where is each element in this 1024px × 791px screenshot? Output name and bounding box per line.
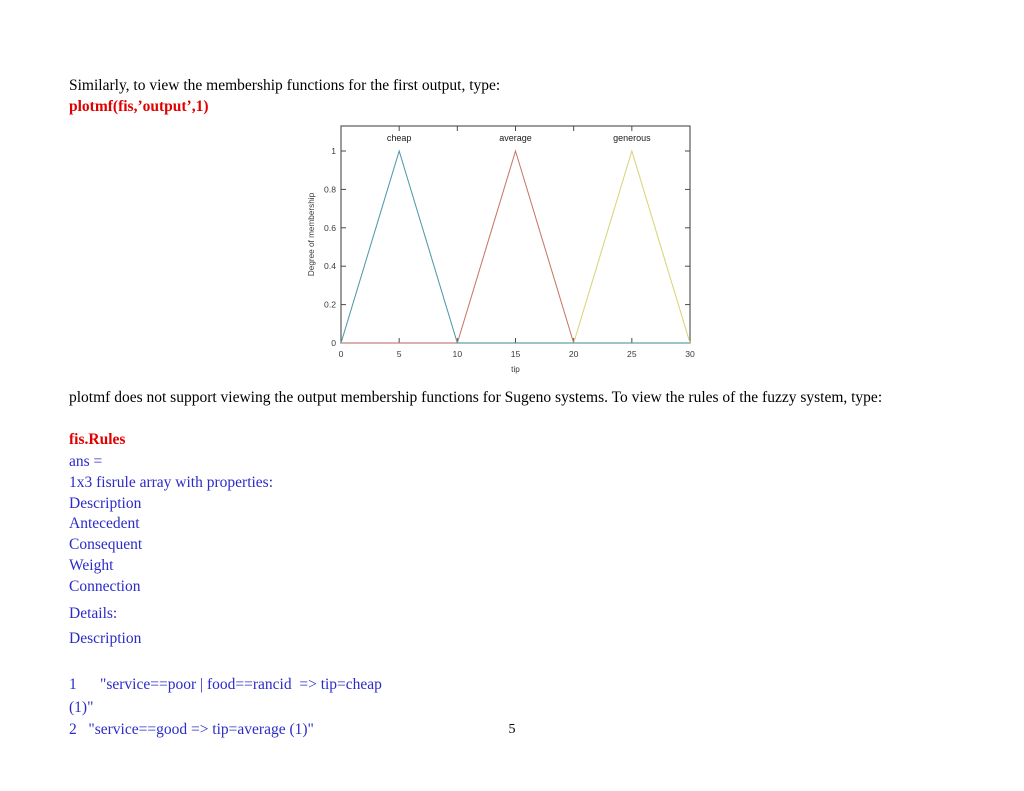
y-tick-label: 1 [331,146,336,156]
mf-curve-generous [341,149,691,344]
plot-frame [340,125,691,344]
x-tick-label: 20 [569,349,579,359]
y-axis-ticks [341,150,690,344]
x-tick-label: 5 [397,349,402,359]
mf-label-cheap: cheap [387,133,412,143]
y-tick-label: 0.2 [324,300,336,310]
page-number: 5 [508,722,516,737]
command-fis-rules: fis.Rules [69,431,126,448]
chart-svg: 0 0.2 0.4 0.6 0.8 1 0 5 10 15 20 25 30 t… [307,125,695,374]
x-tick-labels: 0 5 10 15 20 25 30 [339,349,695,359]
mf-label-generous: generous [613,133,651,143]
y-tick-label: 0.8 [324,184,336,194]
console-output-ans: ans = 1x3 fisrule array with properties:… [69,453,274,595]
x-tick-label: 25 [627,349,637,359]
y-tick-label: 0.4 [324,261,336,271]
mf-label-average: average [499,133,532,143]
mf-curve-average [341,149,690,344]
x-axis-ticks [340,126,691,343]
x-tick-label: 15 [511,349,521,359]
y-tick-label: 0.6 [324,223,336,233]
y-tick-label: 0 [331,338,336,348]
x-tick-label: 0 [339,349,344,359]
x-axis-title: tip [511,365,520,374]
mf-curve-cheap [340,149,690,344]
y-tick-labels: 0 0.2 0.4 0.6 0.8 1 [324,146,336,348]
x-tick-label: 30 [685,349,695,359]
plotmf-note-paragraph: plotmf does not support viewing the outp… [69,389,883,406]
y-axis-title: Degree of membership [307,192,316,276]
membership-function-chart: 0 0.2 0.4 0.6 0.8 1 0 5 10 15 20 25 30 t… [300,122,720,384]
x-tick-label: 10 [453,349,463,359]
description-label: Description [69,630,142,647]
command-plotmf: plotmf(fis,’output’,1) [69,98,209,115]
intro-paragraph: Similarly, to view the membership functi… [69,77,501,94]
details-label: Details: [69,605,118,622]
document-page: Similarly, to view the membership functi… [0,0,1024,791]
